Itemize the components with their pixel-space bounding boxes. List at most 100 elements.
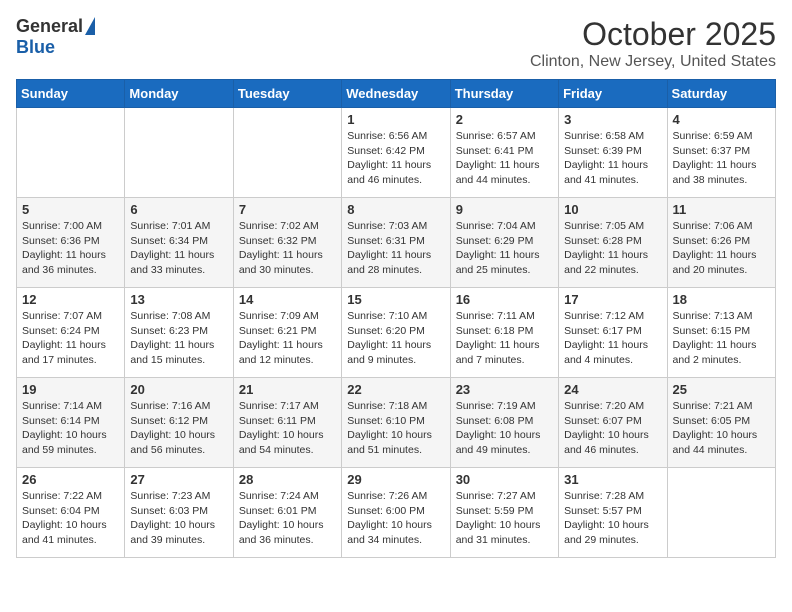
page-header: General Blue October 2025 Clinton, New J… <box>16 16 776 71</box>
logo: General Blue <box>16 16 95 58</box>
day-number: 16 <box>456 292 553 307</box>
calendar-cell: 29 Sunrise: 7:26 AM Sunset: 6:00 PM Dayli… <box>342 468 450 558</box>
calendar-cell <box>667 468 775 558</box>
calendar-week-row: 12Sunrise: 7:07 AM Sunset: 6:24 PM Dayli… <box>17 288 776 378</box>
calendar-cell: 22 Sunrise: 7:18 AM Sunset: 6:10 PM Dayli… <box>342 378 450 468</box>
calendar-cell <box>17 108 125 198</box>
day-info: Sunrise: 7:06 AM Sunset: 6:26 PM Dayligh… <box>673 219 770 278</box>
day-info: Sunrise: 7:08 AM Sunset: 6:23 PM Dayligh… <box>130 309 227 368</box>
day-number: 2 <box>456 112 553 127</box>
day-of-week-header: Sunday <box>17 80 125 108</box>
day-number: 29 <box>347 472 444 487</box>
day-number: 14 <box>239 292 336 307</box>
day-info: Sunrise: 7:23 AM Sunset: 6:03 PM Dayligh… <box>130 489 227 548</box>
day-number: 5 <box>22 202 119 217</box>
day-number: 10 <box>564 202 661 217</box>
day-number: 24 <box>564 382 661 397</box>
day-number: 13 <box>130 292 227 307</box>
day-info: Sunrise: 7:07 AM Sunset: 6:24 PM Dayligh… <box>22 309 119 368</box>
day-info: Sunrise: 7:16 AM Sunset: 6:12 PM Dayligh… <box>130 399 227 458</box>
calendar-cell: 15 Sunrise: 7:10 AM Sunset: 6:20 PM Dayli… <box>342 288 450 378</box>
calendar-cell: 11 Sunrise: 7:06 AM Sunset: 6:26 PM Dayli… <box>667 198 775 288</box>
calendar-cell: 18Sunrise: 7:13 AM Sunset: 6:15 PM Dayli… <box>667 288 775 378</box>
day-number: 17 <box>564 292 661 307</box>
day-number: 8 <box>347 202 444 217</box>
day-number: 23 <box>456 382 553 397</box>
day-number: 6 <box>130 202 227 217</box>
day-info: Sunrise: 7:05 AM Sunset: 6:28 PM Dayligh… <box>564 219 661 278</box>
day-info: Sunrise: 7:18 AM Sunset: 6:10 PM Dayligh… <box>347 399 444 458</box>
calendar-cell: 13 Sunrise: 7:08 AM Sunset: 6:23 PM Dayli… <box>125 288 233 378</box>
calendar-cell: 24 Sunrise: 7:20 AM Sunset: 6:07 PM Dayli… <box>559 378 667 468</box>
calendar-table: SundayMondayTuesdayWednesdayThursdayFrid… <box>16 79 776 558</box>
day-info: Sunrise: 7:09 AM Sunset: 6:21 PM Dayligh… <box>239 309 336 368</box>
day-info: Sunrise: 7:00 AM Sunset: 6:36 PM Dayligh… <box>22 219 119 278</box>
day-number: 11 <box>673 202 770 217</box>
calendar-week-row: 26 Sunrise: 7:22 AM Sunset: 6:04 PM Dayli… <box>17 468 776 558</box>
day-info: Sunrise: 7:17 AM Sunset: 6:11 PM Dayligh… <box>239 399 336 458</box>
day-info: Sunrise: 7:21 AM Sunset: 6:05 PM Dayligh… <box>673 399 770 458</box>
day-info: Sunrise: 6:57 AM Sunset: 6:41 PM Dayligh… <box>456 129 553 188</box>
calendar-cell: 31 Sunrise: 7:28 AM Sunset: 5:57 PM Dayli… <box>559 468 667 558</box>
calendar-cell: 3 Sunrise: 6:58 AM Sunset: 6:39 PM Daylig… <box>559 108 667 198</box>
day-info: Sunrise: 7:10 AM Sunset: 6:20 PM Dayligh… <box>347 309 444 368</box>
calendar-cell <box>233 108 341 198</box>
calendar-cell: 21 Sunrise: 7:17 AM Sunset: 6:11 PM Dayli… <box>233 378 341 468</box>
day-info: Sunrise: 7:12 AM Sunset: 6:17 PM Dayligh… <box>564 309 661 368</box>
day-info: Sunrise: 7:22 AM Sunset: 6:04 PM Dayligh… <box>22 489 119 548</box>
calendar-header-row: SundayMondayTuesdayWednesdayThursdayFrid… <box>17 80 776 108</box>
calendar-cell: 5 Sunrise: 7:00 AM Sunset: 6:36 PM Daylig… <box>17 198 125 288</box>
calendar-cell: 19Sunrise: 7:14 AM Sunset: 6:14 PM Dayli… <box>17 378 125 468</box>
calendar-cell: 25 Sunrise: 7:21 AM Sunset: 6:05 PM Dayli… <box>667 378 775 468</box>
day-number: 21 <box>239 382 336 397</box>
calendar-cell: 14 Sunrise: 7:09 AM Sunset: 6:21 PM Dayli… <box>233 288 341 378</box>
day-number: 31 <box>564 472 661 487</box>
calendar-cell: 30Sunrise: 7:27 AM Sunset: 5:59 PM Dayli… <box>450 468 558 558</box>
calendar-cell: 6 Sunrise: 7:01 AM Sunset: 6:34 PM Daylig… <box>125 198 233 288</box>
calendar-cell: 9Sunrise: 7:04 AM Sunset: 6:29 PM Daylig… <box>450 198 558 288</box>
day-of-week-header: Monday <box>125 80 233 108</box>
logo-triangle-icon <box>85 17 95 35</box>
day-number: 25 <box>673 382 770 397</box>
day-of-week-header: Friday <box>559 80 667 108</box>
day-of-week-header: Wednesday <box>342 80 450 108</box>
day-info: Sunrise: 7:01 AM Sunset: 6:34 PM Dayligh… <box>130 219 227 278</box>
day-info: Sunrise: 7:28 AM Sunset: 5:57 PM Dayligh… <box>564 489 661 548</box>
logo-blue-text: Blue <box>16 37 55 58</box>
day-of-week-header: Saturday <box>667 80 775 108</box>
day-info: Sunrise: 7:19 AM Sunset: 6:08 PM Dayligh… <box>456 399 553 458</box>
day-of-week-header: Thursday <box>450 80 558 108</box>
day-info: Sunrise: 7:20 AM Sunset: 6:07 PM Dayligh… <box>564 399 661 458</box>
calendar-cell: 4 Sunrise: 6:59 AM Sunset: 6:37 PM Daylig… <box>667 108 775 198</box>
day-info: Sunrise: 7:03 AM Sunset: 6:31 PM Dayligh… <box>347 219 444 278</box>
day-info: Sunrise: 7:13 AM Sunset: 6:15 PM Dayligh… <box>673 309 770 368</box>
calendar-week-row: 1 Sunrise: 6:56 AM Sunset: 6:42 PM Daylig… <box>17 108 776 198</box>
day-number: 26 <box>22 472 119 487</box>
day-info: Sunrise: 6:58 AM Sunset: 6:39 PM Dayligh… <box>564 129 661 188</box>
day-number: 1 <box>347 112 444 127</box>
calendar-cell: 20Sunrise: 7:16 AM Sunset: 6:12 PM Dayli… <box>125 378 233 468</box>
calendar-cell: 16Sunrise: 7:11 AM Sunset: 6:18 PM Dayli… <box>450 288 558 378</box>
day-of-week-header: Tuesday <box>233 80 341 108</box>
day-number: 4 <box>673 112 770 127</box>
day-info: Sunrise: 7:02 AM Sunset: 6:32 PM Dayligh… <box>239 219 336 278</box>
title-area: October 2025 Clinton, New Jersey, United… <box>530 16 776 71</box>
location-title: Clinton, New Jersey, United States <box>530 53 776 71</box>
calendar-cell <box>125 108 233 198</box>
calendar-cell: 1 Sunrise: 6:56 AM Sunset: 6:42 PM Daylig… <box>342 108 450 198</box>
calendar-cell: 7 Sunrise: 7:02 AM Sunset: 6:32 PM Daylig… <box>233 198 341 288</box>
calendar-cell: 10 Sunrise: 7:05 AM Sunset: 6:28 PM Dayli… <box>559 198 667 288</box>
day-number: 22 <box>347 382 444 397</box>
calendar-cell: 27Sunrise: 7:23 AM Sunset: 6:03 PM Dayli… <box>125 468 233 558</box>
day-number: 7 <box>239 202 336 217</box>
day-info: Sunrise: 7:26 AM Sunset: 6:00 PM Dayligh… <box>347 489 444 548</box>
calendar-cell: 26 Sunrise: 7:22 AM Sunset: 6:04 PM Dayli… <box>17 468 125 558</box>
day-number: 3 <box>564 112 661 127</box>
calendar-cell: 23 Sunrise: 7:19 AM Sunset: 6:08 PM Dayli… <box>450 378 558 468</box>
day-info: Sunrise: 6:59 AM Sunset: 6:37 PM Dayligh… <box>673 129 770 188</box>
calendar-cell: 28Sunrise: 7:24 AM Sunset: 6:01 PM Dayli… <box>233 468 341 558</box>
calendar-week-row: 19Sunrise: 7:14 AM Sunset: 6:14 PM Dayli… <box>17 378 776 468</box>
day-number: 15 <box>347 292 444 307</box>
day-info: Sunrise: 6:56 AM Sunset: 6:42 PM Dayligh… <box>347 129 444 188</box>
day-info: Sunrise: 7:24 AM Sunset: 6:01 PM Dayligh… <box>239 489 336 548</box>
